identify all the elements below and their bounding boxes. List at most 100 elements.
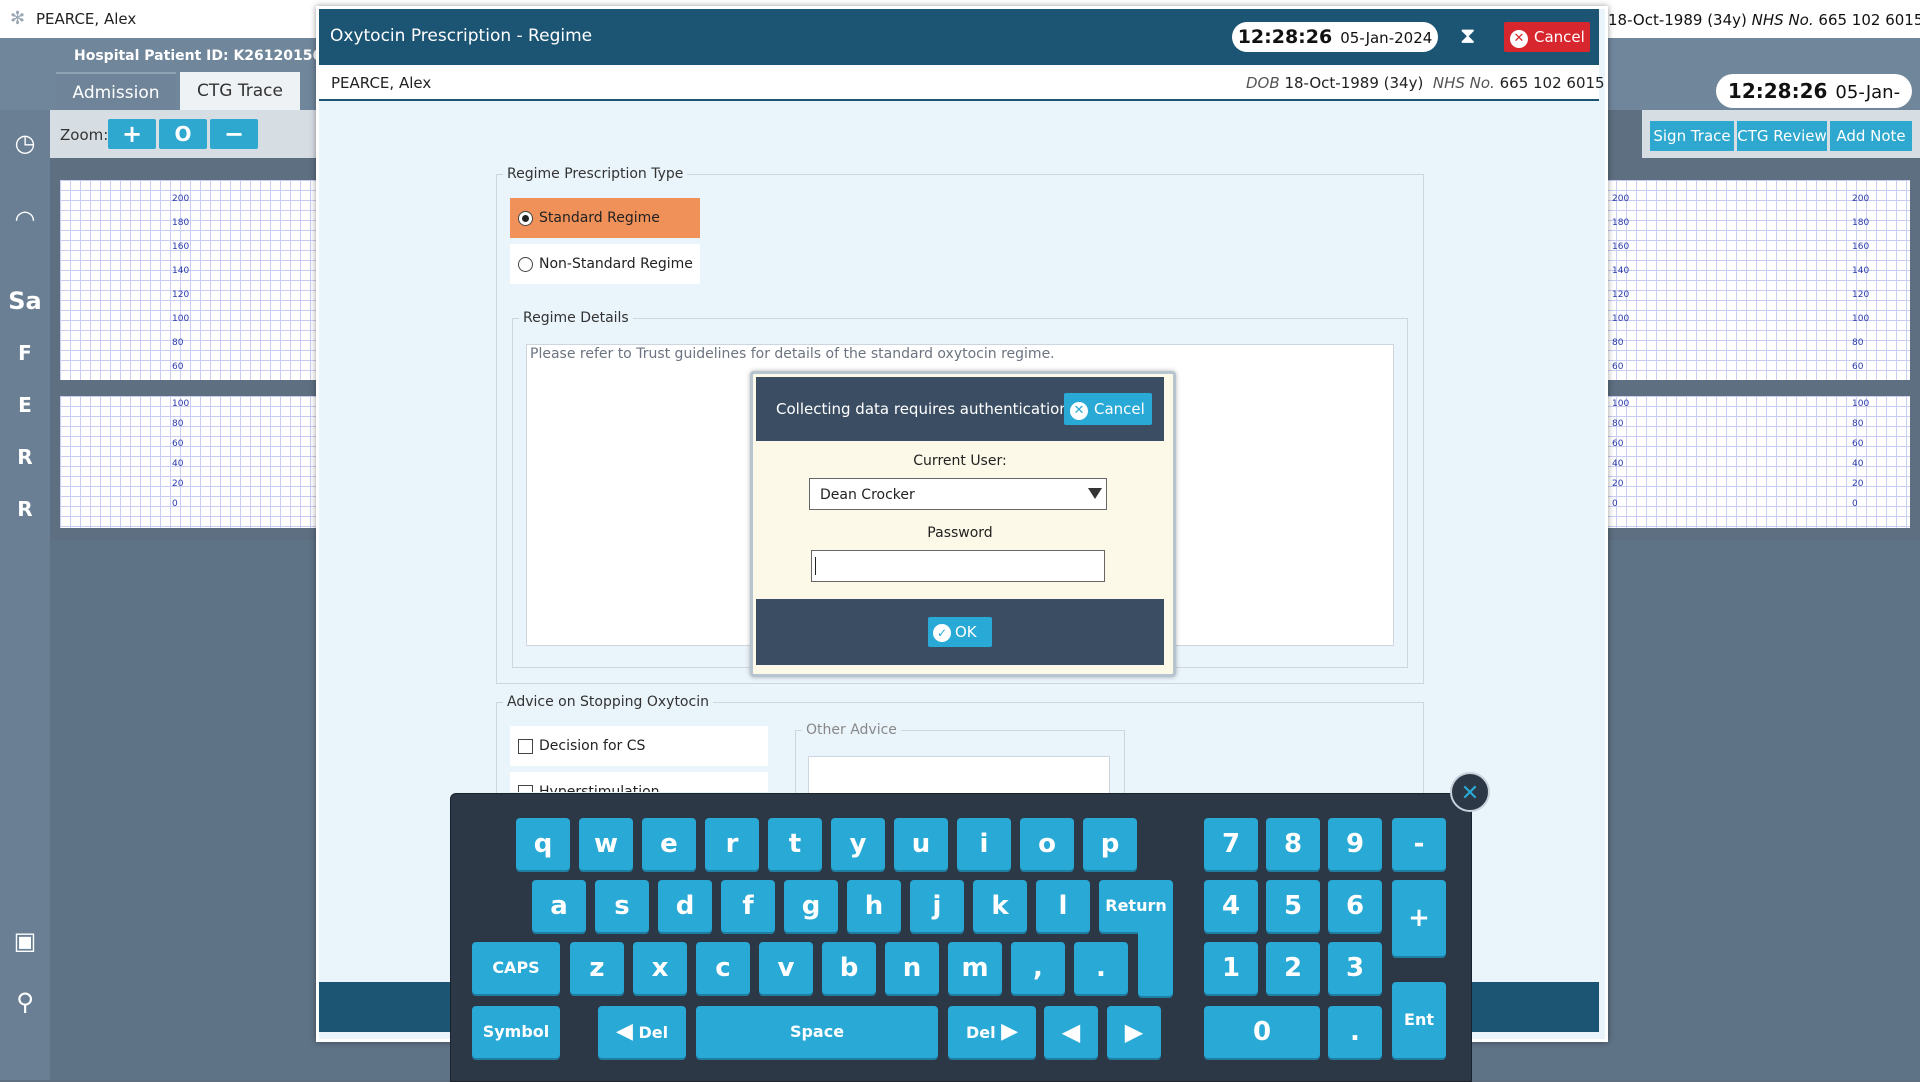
key-decimal[interactable]: . (1328, 1006, 1382, 1058)
key-comma[interactable]: , (1011, 942, 1065, 994)
key-5[interactable]: 5 (1266, 880, 1320, 932)
key-7[interactable]: 7 (1204, 818, 1258, 870)
key-0[interactable]: 0 (1204, 1006, 1320, 1058)
fhr-left-tick-140: 140 (172, 266, 190, 276)
tab-ctg-trace[interactable]: CTG Trace (180, 72, 300, 110)
auth-title: Collecting data requires authentication. (776, 400, 1074, 418)
modal-cancel-button[interactable]: ✕ Cancel (1504, 22, 1590, 52)
tab-admission[interactable]: Admission (56, 72, 176, 112)
rail-r2[interactable]: R (6, 490, 44, 528)
key-z[interactable]: z (570, 942, 624, 994)
key-caps[interactable]: CAPS (472, 942, 560, 994)
toco-right-a-tick-40: 40 (1612, 459, 1624, 469)
auth-ok-button[interactable]: ✓ OK (928, 617, 992, 647)
key-h[interactable]: h (847, 880, 901, 932)
key-o[interactable]: o (1020, 818, 1074, 870)
keyboard-close-icon[interactable]: ✕ (1450, 772, 1490, 812)
checkbox-icon (518, 738, 533, 754)
key-q[interactable]: q (516, 818, 570, 870)
key-1[interactable]: 1 (1204, 942, 1258, 994)
advice-legend: Advice on Stopping Oxytocin (507, 694, 709, 710)
key-4[interactable]: 4 (1204, 880, 1258, 932)
key-a[interactable]: a (532, 880, 586, 932)
fhr-right-b-tick-120: 120 (1852, 290, 1870, 300)
sign-trace-button[interactable]: Sign Trace (1650, 121, 1734, 151)
key-c[interactable]: c (696, 942, 750, 994)
key-w[interactable]: w (579, 818, 633, 870)
zoom-in-button[interactable]: + (108, 119, 156, 149)
zoom-out-button[interactable]: − (210, 119, 258, 149)
key-enter[interactable]: Ent (1392, 982, 1446, 1058)
text-caret (815, 557, 816, 575)
key-3[interactable]: 3 (1328, 942, 1382, 994)
key-return-stem[interactable] (1138, 930, 1173, 996)
hourglass-icon[interactable]: ⧗ (1460, 24, 1475, 49)
key-i[interactable]: i (957, 818, 1011, 870)
bg-clock: 12:28:2605-Jan-2024 (1716, 74, 1912, 137)
toco-right-b-tick-20: 20 (1852, 479, 1864, 489)
monitor-icon[interactable]: ▣ (6, 922, 44, 960)
key-delete-right[interactable]: Del ▶ (948, 1006, 1036, 1058)
fhr-right-a-tick-80: 80 (1612, 338, 1624, 348)
key-b[interactable]: b (822, 942, 876, 994)
key-cursor-left[interactable]: ◀ (1044, 1006, 1098, 1058)
toco-trace-right (1606, 396, 1910, 528)
fhr-right-b-tick-160: 160 (1852, 242, 1870, 252)
key-n[interactable]: n (885, 942, 939, 994)
option-non-standard-regime[interactable]: Non-Standard Regime (510, 244, 700, 284)
key-m[interactable]: m (948, 942, 1002, 994)
key-r[interactable]: r (705, 818, 759, 870)
key-minus[interactable]: - (1392, 818, 1446, 870)
current-user-select[interactable]: Dean Crocker (809, 478, 1107, 510)
key-y[interactable]: y (831, 818, 885, 870)
key-f[interactable]: f (721, 880, 775, 932)
key-delete-left[interactable]: ◀ Del (598, 1006, 686, 1058)
search-icon[interactable]: ⚲ (6, 983, 44, 1021)
key-symbol[interactable]: Symbol (472, 1006, 560, 1058)
key-p[interactable]: p (1083, 818, 1137, 870)
key-s[interactable]: s (595, 880, 649, 932)
key-t[interactable]: t (768, 818, 822, 870)
rail-sa[interactable]: Sa (6, 282, 44, 320)
rail-e[interactable]: E (6, 386, 44, 424)
key-8[interactable]: 8 (1266, 818, 1320, 870)
rail-f[interactable]: F (6, 334, 44, 372)
toco-right-a-tick-80: 80 (1612, 419, 1624, 429)
key-space[interactable]: Space (696, 1006, 938, 1058)
key-2[interactable]: 2 (1266, 942, 1320, 994)
ctg-review-button[interactable]: CTG Review (1737, 121, 1827, 151)
close-circle-icon: ✕ (1510, 30, 1528, 48)
key-k[interactable]: k (973, 880, 1027, 932)
key-9[interactable]: 9 (1328, 818, 1382, 870)
key-v[interactable]: v (759, 942, 813, 994)
toco-right-b-tick-0: 0 (1852, 499, 1858, 509)
key-plus[interactable]: + (1392, 880, 1446, 956)
zoom-reset-button[interactable]: O (159, 119, 207, 149)
key-e[interactable]: e (642, 818, 696, 870)
fhr-left-tick-200: 200 (172, 194, 190, 204)
password-label: Password (927, 525, 993, 541)
regime-details-text: Please refer to Trust guidelines for det… (530, 346, 1055, 362)
rail-r1[interactable]: R (6, 438, 44, 476)
key-cursor-right[interactable]: ▶ (1107, 1006, 1161, 1058)
auth-cancel-button[interactable]: ✕ Cancel (1064, 393, 1152, 425)
toco-left-tick-20: 20 (172, 479, 184, 489)
key-l[interactable]: l (1036, 880, 1090, 932)
arrow-right-icon: ▶ (1001, 1019, 1019, 1044)
add-note-button[interactable]: Add Note (1830, 121, 1912, 151)
checkbox-decision-for-cs[interactable]: Decision for CS (510, 726, 768, 766)
key-period[interactable]: . (1074, 942, 1128, 994)
checkbox-hyperstimulation[interactable]: Hyperstimulation (510, 772, 768, 792)
gauge-icon[interactable]: ◠ (6, 200, 44, 238)
key-x[interactable]: x (633, 942, 687, 994)
dropdown-arrow-icon[interactable] (1088, 488, 1102, 499)
password-input[interactable] (811, 550, 1105, 582)
key-u[interactable]: u (894, 818, 948, 870)
key-6[interactable]: 6 (1328, 880, 1382, 932)
option-standard-regime[interactable]: Standard Regime (510, 198, 700, 238)
key-d[interactable]: d (658, 880, 712, 932)
key-g[interactable]: g (784, 880, 838, 932)
key-j[interactable]: j (910, 880, 964, 932)
clock-icon[interactable]: ◷ (6, 124, 44, 162)
key-return[interactable]: Return (1099, 880, 1173, 932)
